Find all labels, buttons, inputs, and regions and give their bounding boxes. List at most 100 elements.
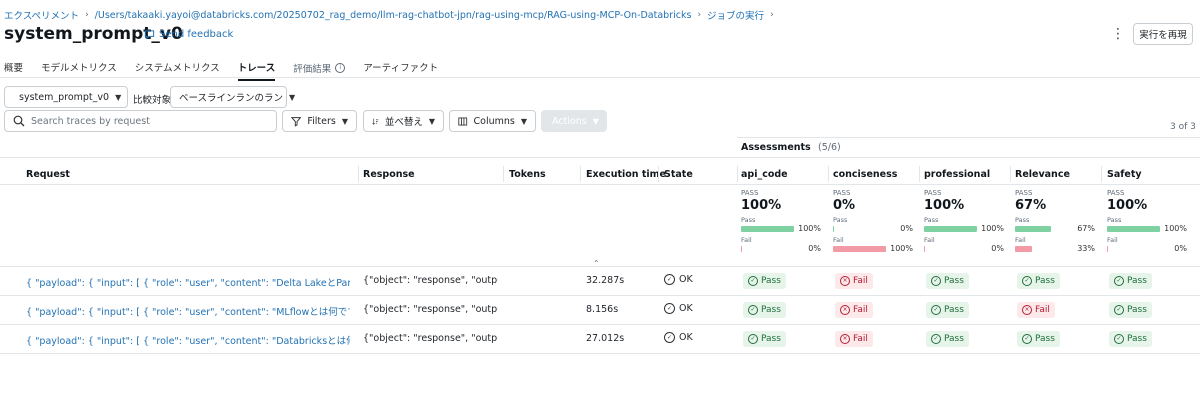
assessment-badge[interactable]: ✓ Pass xyxy=(926,273,969,289)
kebab-menu-icon[interactable]: ⋮ xyxy=(1110,26,1126,42)
check-circle-icon: ✓ xyxy=(748,276,758,286)
columns-button[interactable]: Columns ▼ xyxy=(449,110,536,132)
send-feedback-link[interactable]: Send feedback xyxy=(144,29,233,40)
pass-bar-row: 0% xyxy=(833,224,913,233)
assessment-badge[interactable]: ✓ Pass xyxy=(743,302,786,318)
check-circle-icon: ✓ xyxy=(1022,334,1032,344)
fail-bar-row: 0% xyxy=(1107,244,1187,253)
breadcrumb: エクスペリメント › /Users/takaaki.yayoi@databric… xyxy=(4,8,780,23)
fail-label: Fail xyxy=(833,236,844,244)
pass-percentage: 0% xyxy=(833,198,856,213)
fail-bar-row: 0% xyxy=(924,244,1004,253)
check-circle-icon: ✓ xyxy=(931,305,941,315)
col-separator xyxy=(658,166,659,182)
breadcrumb-experiment[interactable]: エクスペリメント xyxy=(4,8,79,22)
col-execution-time[interactable]: Execution time xyxy=(586,169,666,180)
fail-bar xyxy=(1107,245,1108,252)
assessment-badge[interactable]: × Fail xyxy=(835,331,873,347)
pass-sub-label: Pass xyxy=(924,216,939,224)
table-row[interactable]: { "payload": { "input": [ { "role": "use… xyxy=(0,325,1200,354)
assessments-count: (5/6) xyxy=(818,142,841,153)
pass-bar xyxy=(1107,225,1160,232)
search-input[interactable]: Search traces by request xyxy=(4,110,277,132)
filters-button[interactable]: Filters ▼ xyxy=(282,110,357,132)
run-select[interactable]: system_prompt_v0 ▼ xyxy=(4,86,128,108)
col-response[interactable]: Response xyxy=(363,169,415,180)
pass-bar-value: 100% xyxy=(1164,224,1187,233)
assessment-value: Pass xyxy=(944,305,964,315)
assessment-badge[interactable]: × Fail xyxy=(1017,302,1055,318)
response-cell: {"object": "response", "output... xyxy=(363,333,498,344)
pass-bar-row: 100% xyxy=(741,224,821,233)
search-icon xyxy=(13,115,25,127)
filters-label: Filters xyxy=(307,115,336,127)
filter-icon xyxy=(291,116,302,127)
col-api-code[interactable]: api_code xyxy=(741,169,788,180)
assessment-badge[interactable]: × Fail xyxy=(835,302,873,318)
chevron-right-icon: › xyxy=(85,10,89,20)
breadcrumb-path[interactable]: /Users/takaaki.yayoi@databricks.com/2025… xyxy=(95,10,692,21)
chevron-right-icon: › xyxy=(770,10,774,20)
table-row[interactable]: { "payload": { "input": [ { "role": "use… xyxy=(0,296,1200,325)
rerun-button[interactable]: 実行を再現 xyxy=(1133,23,1193,45)
assessment-value: Pass xyxy=(1127,305,1147,315)
col-tokens[interactable]: Tokens xyxy=(509,169,546,180)
chevron-down-icon: ▼ xyxy=(289,92,296,102)
col-safety[interactable]: Safety xyxy=(1107,169,1142,180)
chevron-down-icon: ▼ xyxy=(592,116,599,126)
assessment-value: Fail xyxy=(853,276,868,286)
col-request[interactable]: Request xyxy=(26,169,70,180)
col-relevance[interactable]: Relevance xyxy=(1015,169,1070,180)
search-placeholder: Search traces by request xyxy=(31,115,150,127)
check-circle-icon: ✓ xyxy=(664,332,675,343)
check-circle-icon: ✓ xyxy=(931,276,941,286)
pass-bar-value: 100% xyxy=(798,224,821,233)
fail-bar xyxy=(833,245,886,252)
request-cell[interactable]: { "payload": { "input": [ { "role": "use… xyxy=(26,333,350,347)
assessment-summary: PASS 100% Pass 100% Fail 0% xyxy=(1107,189,1187,253)
col-separator xyxy=(828,166,829,182)
assessment-badge[interactable]: ✓ Pass xyxy=(1017,273,1060,289)
col-professional[interactable]: professional xyxy=(924,169,990,180)
request-cell[interactable]: { "payload": { "input": [ { "role": "use… xyxy=(26,275,350,289)
request-cell[interactable]: { "payload": { "input": [ { "role": "use… xyxy=(26,304,350,318)
tab-evaluation-label: 評価結果 xyxy=(293,64,332,75)
assessment-badge[interactable]: ✓ Pass xyxy=(926,302,969,318)
info-icon: i xyxy=(335,63,346,73)
compare-label: 比較対象 xyxy=(133,95,172,106)
actions-button[interactable]: Actions ▼ xyxy=(541,110,607,132)
col-state[interactable]: State xyxy=(664,169,693,180)
x-circle-icon: × xyxy=(840,276,850,286)
col-conciseness[interactable]: conciseness xyxy=(833,169,897,180)
chevron-right-icon: › xyxy=(697,10,702,20)
sort-label: 並べ替え xyxy=(384,117,423,128)
fail-bar-value: 0% xyxy=(1174,244,1187,253)
assessment-badge[interactable]: ✓ Pass xyxy=(1109,273,1152,289)
assessment-badge[interactable]: ✓ Pass xyxy=(1109,331,1152,347)
col-separator xyxy=(737,166,738,182)
sort-button[interactable]: 並べ替え ▼ xyxy=(363,110,444,132)
pass-label: PASS xyxy=(1107,189,1125,197)
assessment-badge[interactable]: × Fail xyxy=(835,273,873,289)
pass-bar-row: 67% xyxy=(1015,224,1095,233)
col-separator xyxy=(358,166,359,182)
assessment-badge[interactable]: ✓ Pass xyxy=(743,331,786,347)
pass-percentage: 67% xyxy=(1015,198,1047,213)
actions-label: Actions xyxy=(552,115,587,127)
fail-bar-row: 100% xyxy=(833,244,913,253)
assessment-value: Pass xyxy=(761,305,781,315)
assessment-value: Fail xyxy=(1035,305,1050,315)
col-separator xyxy=(1101,166,1102,182)
baseline-select[interactable]: ベースラインランのラン ▼ xyxy=(170,86,295,108)
table-row[interactable]: { "payload": { "input": [ { "role": "use… xyxy=(0,267,1200,296)
pass-bar-value: 67% xyxy=(1077,224,1095,233)
assessment-badge[interactable]: ✓ Pass xyxy=(926,331,969,347)
chevron-down-icon: ▼ xyxy=(520,116,527,126)
assessment-badge[interactable]: ✓ Pass xyxy=(1017,331,1060,347)
breadcrumb-job-run[interactable]: ジョブの実行 xyxy=(707,8,764,22)
row-divider xyxy=(0,353,1200,354)
assessment-badge[interactable]: ✓ Pass xyxy=(1109,302,1152,318)
assessment-badge[interactable]: ✓ Pass xyxy=(743,273,786,289)
pass-bar-row: 100% xyxy=(924,224,1004,233)
pass-label: PASS xyxy=(1015,189,1033,197)
